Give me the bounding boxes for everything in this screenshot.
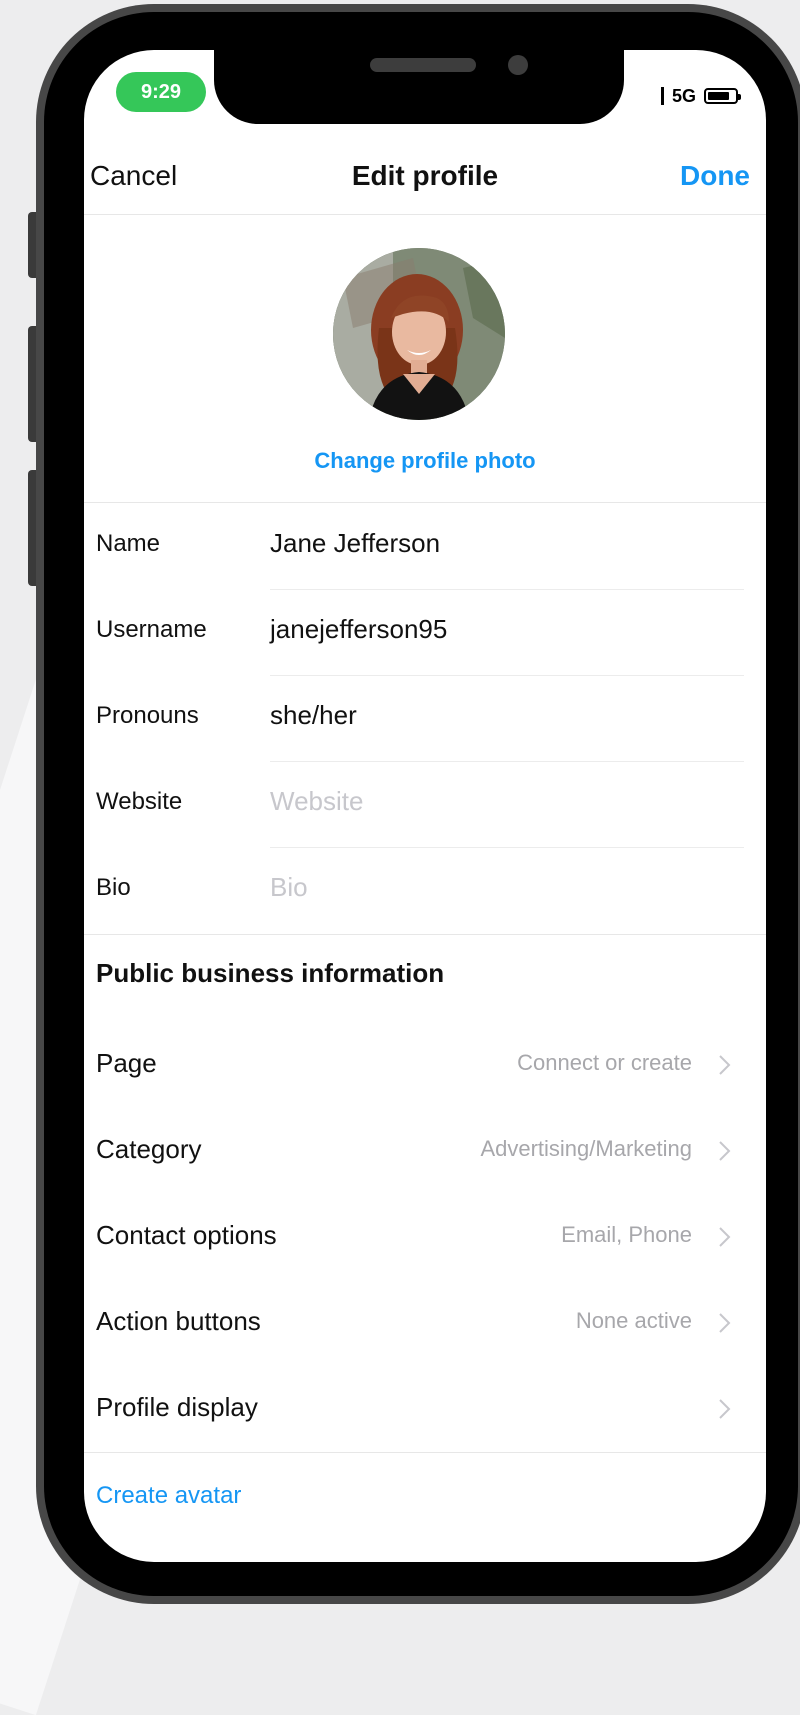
business-section-header: Public business information — [96, 958, 445, 988]
business-row-value: Connect or create — [517, 1050, 692, 1075]
phone-notch — [214, 50, 624, 124]
business-row-label: Category — [96, 1134, 202, 1164]
bio-field[interactable]: Bio — [270, 872, 308, 903]
section-divider — [84, 934, 766, 935]
field-row-name[interactable]: Name Jane Jefferson — [84, 504, 766, 590]
business-row-value: Email, Phone — [561, 1222, 692, 1247]
chevron-right-icon — [719, 1399, 731, 1419]
business-row-profile-display[interactable]: Profile display — [84, 1364, 766, 1450]
business-row-contact-options[interactable]: Contact options Email, Phone — [84, 1192, 766, 1278]
chevron-right-icon — [719, 1141, 731, 1161]
business-row-label: Contact options — [96, 1220, 277, 1250]
field-row-username[interactable]: Username janejefferson95 — [84, 590, 766, 676]
field-label: Bio — [96, 874, 131, 901]
section-divider — [84, 502, 766, 503]
business-row-value: None active — [575, 1308, 692, 1333]
profile-photo-illustration — [333, 248, 505, 420]
battery-level — [708, 92, 729, 100]
page-title: Edit profile — [351, 160, 499, 191]
network-type: 5G — [671, 85, 696, 106]
field-label: Pronouns — [96, 702, 199, 729]
create-avatar-link[interactable]: Create avatar — [96, 1482, 241, 1510]
username-field[interactable]: janejefferson95 — [270, 614, 447, 645]
done-button[interactable]: Done — [680, 160, 750, 192]
signal-icon — [660, 87, 664, 105]
phone-screen: 9:29 5G Cancel Edit profile Done Change … — [84, 50, 766, 1562]
name-field[interactable]: Jane Jefferson — [270, 528, 440, 559]
chevron-right-icon — [719, 1055, 731, 1075]
field-label: Name — [96, 530, 161, 557]
field-label: Username — [96, 616, 207, 643]
field-row-bio[interactable]: Bio Bio — [84, 848, 766, 934]
business-row-value: Advertising/Marketing — [480, 1136, 692, 1161]
front-camera — [508, 55, 528, 75]
status-indicators: 5G — [660, 84, 741, 108]
speaker-grille — [370, 58, 476, 72]
website-field[interactable]: Website — [270, 786, 363, 817]
field-row-website[interactable]: Website Website — [84, 762, 766, 848]
business-row-label: Profile display — [96, 1392, 258, 1422]
status-time: 9:29 — [116, 72, 206, 112]
field-label: Website — [96, 788, 183, 815]
section-divider — [84, 1452, 766, 1453]
profile-photo[interactable] — [333, 248, 505, 420]
pronouns-field[interactable]: she/her — [270, 700, 357, 731]
navigation-bar: Cancel Edit profile Done — [84, 146, 766, 215]
business-row-category[interactable]: Category Advertising/Marketing — [84, 1106, 766, 1192]
chevron-right-icon — [719, 1227, 731, 1247]
business-row-page[interactable]: Page Connect or create — [84, 1020, 766, 1106]
business-row-action-buttons[interactable]: Action buttons None active — [84, 1278, 766, 1364]
chevron-right-icon — [719, 1313, 731, 1333]
battery-icon — [704, 88, 741, 104]
change-profile-photo-link[interactable]: Change profile photo — [84, 448, 766, 474]
business-row-label: Page — [96, 1048, 157, 1078]
business-row-label: Action buttons — [96, 1306, 261, 1336]
field-row-pronouns[interactable]: Pronouns she/her — [84, 676, 766, 762]
